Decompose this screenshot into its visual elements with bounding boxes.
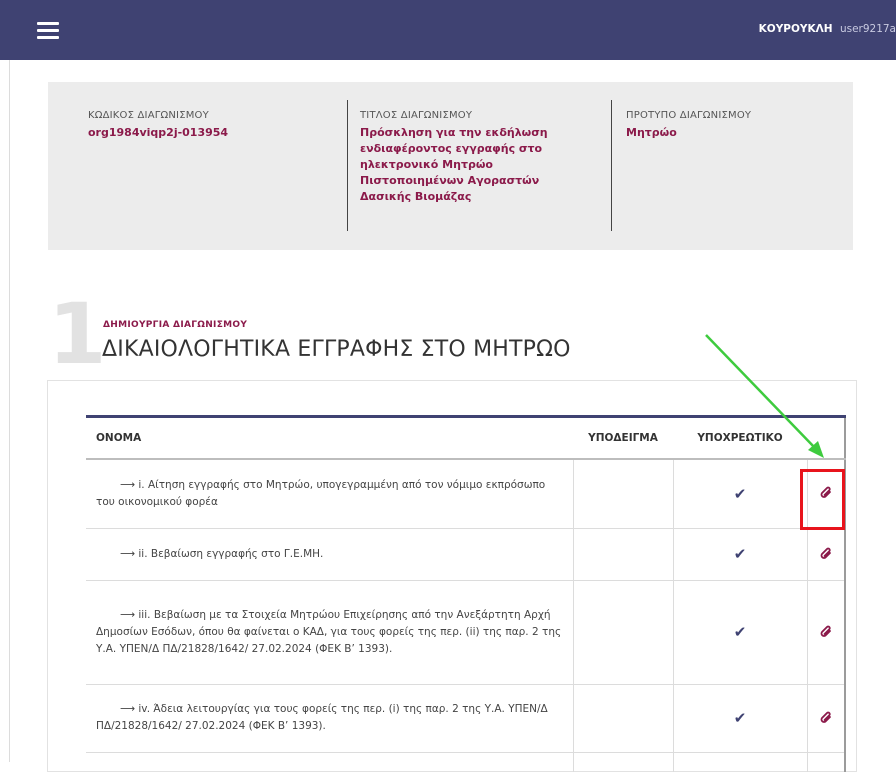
annotation-highlight-box: [800, 469, 845, 530]
document-name: iv. Άδεια λειτουργίας για τους φορείς τη…: [96, 703, 548, 732]
top-navbar: ΚΟΥΡΟΥΚΛΗ user9217a: [0, 0, 896, 60]
sidebar-edge: [9, 60, 10, 762]
table-row: ⟶ iii. Βεβαίωση με τα Στοιχεία Μητρώου Ε…: [86, 579, 846, 684]
document-name-cell: ⟶ iv. Άδεια λειτουργίας για τους φορείς …: [86, 683, 573, 752]
document-name-cell: ⟶ i. Αίτηση εγγραφής στο Μητρώο, υπογεγρ…: [86, 458, 573, 528]
competition-template-label: ΠΡΟΤΥΠΟ ΔΙΑΓΩΝΙΣΜΟΥ: [626, 110, 752, 121]
competition-code-value: org1984viqp2j-013954: [88, 126, 229, 139]
competition-template-value: Μητρώο: [626, 126, 677, 139]
competition-title: ΤΙΤΛΟΣ ΔΙΑΓΩΝΙΣΜΟΥ Πρόσκληση για την εκδ…: [360, 110, 590, 205]
divider: [611, 100, 612, 231]
arrow-right-icon: ⟶: [120, 703, 139, 715]
document-name: iii. Βεβαίωση με τα Στοιχεία Μητρώου Επι…: [96, 608, 562, 655]
document-name: i. Αίτηση εγγραφής στο Μητρώο, υπογεγραμ…: [96, 478, 546, 508]
column-header-sample[interactable]: ΥΠΟΔΕΙΓΜΑ: [573, 415, 673, 460]
table-header-row: ΟΝΟΜΑ ΥΠΟΔΕΙΓΜΑ ΥΠΟΧΡΕΩΤΙΚΟ: [86, 415, 846, 460]
table-row: ⟶ ii. Βεβαίωση εγγραφής στο Γ.Ε.ΜΗ. ✔: [86, 527, 846, 580]
user-name: ΚΟΥΡΟΥΚΛΗ: [758, 23, 833, 35]
column-header-name[interactable]: ΟΝΟΜΑ: [86, 415, 573, 460]
step-number: 1: [48, 285, 107, 383]
checkmark-icon: ✔: [733, 484, 747, 503]
column-header-mandatory[interactable]: ΥΠΟΧΡΕΩΤΙΚΟ: [673, 415, 807, 460]
column-header-actions: [807, 415, 846, 460]
competition-code: ΚΩΔΙΚΟΣ ΔΙΑΓΩΝΙΣΜΟΥ org1984viqp2j-013954: [88, 110, 338, 141]
sample-cell: [572, 458, 673, 528]
mandatory-cell: ✔: [672, 683, 807, 752]
user-menu[interactable]: ΚΟΥΡΟΥΚΛΗ user9217a: [759, 23, 896, 35]
document-name: ii. Βεβαίωση εγγραφής στο Γ.Ε.ΜΗ.: [138, 547, 324, 560]
mandatory-cell: ✔: [672, 458, 807, 528]
user-id: user9217a: [839, 23, 896, 35]
paperclip-icon[interactable]: [819, 709, 833, 728]
hamburger-menu-icon[interactable]: [37, 22, 59, 40]
attach-cell: [806, 683, 846, 752]
table-row: ⟶ i. Αίτηση εγγραφής στο Μητρώο, υπογεγρ…: [86, 458, 846, 528]
competition-template: ΠΡΟΤΥΠΟ ΔΙΑΓΩΝΙΣΜΟΥ Μητρώο: [626, 110, 826, 141]
competition-info-panel: ΚΩΔΙΚΟΣ ΔΙΑΓΩΝΙΣΜΟΥ org1984viqp2j-013954…: [48, 82, 853, 250]
attach-cell: [806, 527, 846, 580]
sample-cell: [572, 579, 673, 684]
paperclip-icon[interactable]: [819, 545, 833, 564]
competition-title-label: ΤΙΤΛΟΣ ΔΙΑΓΩΝΙΣΜΟΥ: [360, 110, 473, 121]
divider: [347, 100, 348, 231]
table-row: [86, 751, 846, 772]
checkmark-icon: ✔: [733, 623, 747, 641]
arrow-right-icon: ⟶: [120, 478, 139, 491]
paperclip-icon[interactable]: [819, 623, 833, 642]
sample-cell: [572, 527, 673, 580]
document-name-cell: ⟶ iii. Βεβαίωση με τα Στοιχεία Μητρώου Ε…: [86, 579, 573, 684]
section-subtitle: ΔΗΜΙΟΥΡΓΙΑ ΔΙΑΓΩΝΙΣΜΟΥ: [103, 320, 248, 330]
mandatory-cell: ✔: [672, 527, 807, 580]
document-name-cell: ⟶ ii. Βεβαίωση εγγραφής στο Γ.Ε.ΜΗ.: [86, 527, 573, 580]
competition-code-label: ΚΩΔΙΚΟΣ ΔΙΑΓΩΝΙΣΜΟΥ: [88, 110, 209, 121]
competition-title-value: Πρόσκληση για την εκδήλωση ενδιαφέροντος…: [360, 126, 548, 203]
mandatory-cell: ✔: [672, 579, 807, 684]
sample-cell: [572, 683, 673, 752]
arrow-right-icon: ⟶: [120, 608, 139, 621]
table-row: ⟶ iv. Άδεια λειτουργίας για τους φορείς …: [86, 683, 846, 752]
checkmark-icon: ✔: [733, 709, 747, 727]
checkmark-icon: ✔: [733, 545, 747, 563]
arrow-right-icon: ⟶: [120, 547, 139, 560]
section-title: ΔΙΚΑΙΟΛΟΓΗΤΙΚΑ ΕΓΓΡΑΦΗΣ ΣΤΟ ΜΗΤΡΩΟ: [102, 337, 571, 362]
documents-table: ΟΝΟΜΑ ΥΠΟΔΕΙΓΜΑ ΥΠΟΧΡΕΩΤΙΚΟ ⟶ i. Αίτηση …: [86, 415, 846, 772]
attach-cell: [806, 579, 846, 684]
